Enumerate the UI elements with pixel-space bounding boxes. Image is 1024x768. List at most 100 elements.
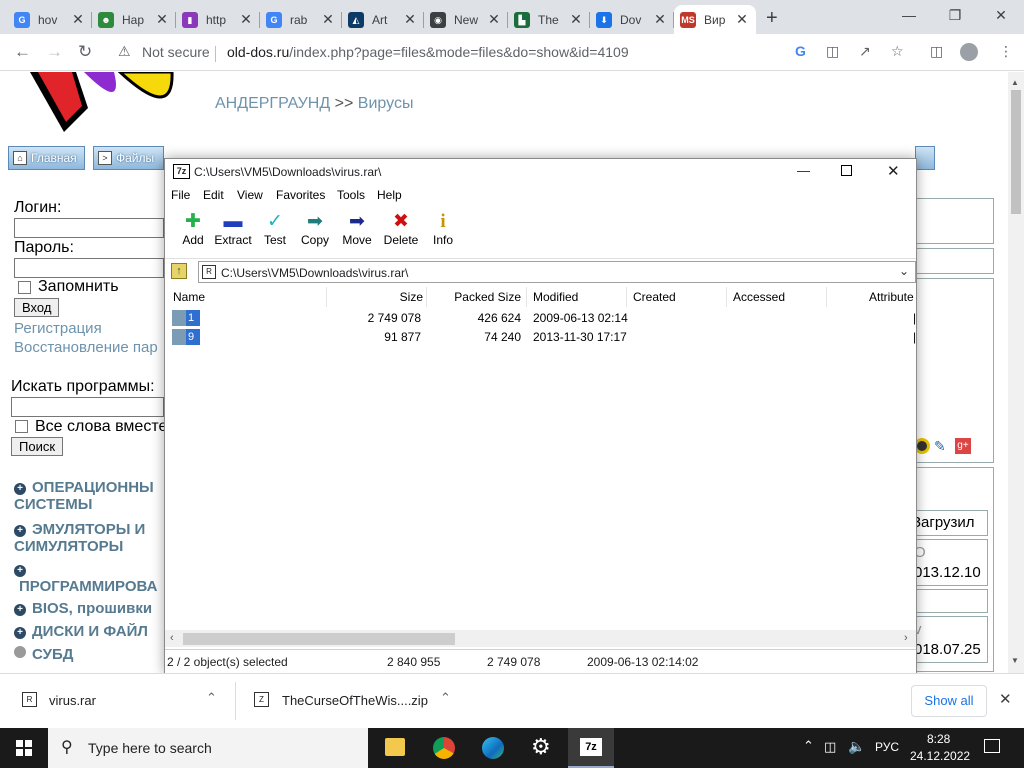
column-divider[interactable] [526, 287, 527, 307]
back-icon[interactable]: ← [14, 42, 31, 62]
browser-tab-0[interactable]: Ghov ✕ [8, 5, 92, 34]
tab-close-icon[interactable]: ✕ [320, 11, 336, 28]
profile-avatar[interactable] [960, 43, 978, 61]
page-scrollbar[interactable]: ▲ ▼ [1008, 72, 1024, 673]
toolbar-delete-button[interactable]: ✖ Delete [379, 211, 423, 247]
toolbar-info-button[interactable]: i Info [421, 211, 465, 247]
category-disks[interactable]: + ДИСКИ И ФАЙЛ [14, 623, 164, 640]
nav-button-partial[interactable] [915, 146, 935, 170]
side-panel-icon[interactable]: ◫ [930, 43, 943, 60]
tab-close-icon[interactable]: ✕ [402, 11, 418, 28]
browser-tab-8[interactable]: MS Вир ✕ [674, 5, 756, 34]
close-window-icon[interactable]: ✕ [978, 0, 1024, 32]
sz-maximize-icon[interactable] [841, 165, 852, 176]
security-label[interactable]: Not secure [142, 44, 210, 60]
nav-home-button[interactable]: ⌂ Главная [8, 146, 85, 170]
toolbar-extract-button[interactable]: ▬ Extract [211, 211, 255, 247]
download-item-virus[interactable]: R virus.rar ⌃ [0, 674, 235, 728]
scroll-right-icon[interactable]: › [904, 632, 908, 644]
sevenzip-titlebar[interactable]: 7z C:\Users\VM5\Downloads\virus.rar\ — ✕ [165, 159, 916, 185]
scrollbar-thumb[interactable] [1011, 90, 1021, 214]
column-header-attribute[interactable]: Attribute [869, 290, 914, 304]
menu-favorites[interactable]: Favorites [276, 188, 325, 202]
file-explorer-icon[interactable] [385, 738, 405, 756]
address-bar[interactable]: old-dos.ru/index.php?page=files&mode=fil… [227, 44, 629, 60]
edge-icon[interactable] [482, 737, 504, 759]
menu-view[interactable]: View [237, 188, 263, 202]
warning-icon[interactable]: ⚠ [118, 43, 131, 60]
category-programming[interactable]: + ПРОГРАММИРОВА [14, 561, 164, 595]
remember-checkbox[interactable] [18, 281, 31, 294]
category-dbms[interactable]: СУБД [14, 646, 164, 663]
menu-kebab-icon[interactable]: ⋮ [999, 43, 1013, 60]
browser-tab-5[interactable]: ◉ New ✕ [424, 5, 508, 34]
file-row[interactable]: 9 91 877 74 240 2013-11-30 17:17 | [165, 328, 916, 347]
edit-pencil-icon[interactable]: ✎ [934, 438, 946, 455]
sz-close-icon[interactable]: ✕ [887, 162, 900, 180]
browser-tab-3[interactable]: Grab ✕ [260, 5, 342, 34]
volume-icon[interactable]: 🔈 [848, 738, 865, 755]
tab-close-icon[interactable]: ✕ [70, 11, 86, 28]
column-divider[interactable] [426, 287, 427, 307]
windows-start-icon[interactable] [16, 740, 32, 756]
language-indicator[interactable]: РУС [875, 740, 899, 754]
tab-close-icon[interactable]: ✕ [238, 11, 254, 28]
reload-icon[interactable]: ↻ [78, 42, 92, 62]
browser-tab-4[interactable]: ◭ Art ✕ [342, 5, 424, 34]
forward-icon[interactable]: → [46, 42, 63, 62]
tab-close-icon[interactable]: ✕ [486, 11, 502, 28]
category-bios[interactable]: + BIOS, прошивки [14, 600, 164, 617]
tray-chevron-icon[interactable]: ⌃ [803, 738, 814, 754]
google-plus-icon[interactable]: g+ [955, 438, 971, 454]
download-item-curse[interactable]: Z TheCurseOfTheWis....zip ⌃ [236, 674, 466, 728]
sevenzip-taskbar-button[interactable]: 7z [568, 728, 614, 768]
login-input[interactable] [14, 218, 164, 238]
tab-close-icon[interactable]: ✕ [652, 11, 668, 28]
column-header-created[interactable]: Created [633, 290, 676, 304]
show-all-button[interactable]: Show all [911, 685, 987, 717]
toolbar-test-button[interactable]: ✓ Test [253, 211, 297, 247]
path-dropdown-icon[interactable]: ⌄ [899, 264, 909, 278]
all-words-checkbox[interactable] [15, 420, 28, 433]
column-header-modified[interactable]: Modified [533, 290, 578, 304]
column-divider[interactable] [326, 287, 327, 307]
bookmark-star-icon[interactable]: ☆ [891, 43, 904, 60]
column-divider[interactable] [726, 287, 727, 307]
browser-tab-2[interactable]: ▮ http ✕ [176, 5, 260, 34]
login-button[interactable]: Вход [14, 298, 60, 317]
nav-files-button[interactable]: > Файлы [93, 146, 164, 170]
notifications-icon[interactable] [984, 739, 1000, 753]
browser-tab-7[interactable]: ⬇ Dov ✕ [590, 5, 674, 34]
scroll-left-icon[interactable]: ‹ [170, 632, 174, 644]
restore-password-link[interactable]: Восстановление пар [14, 339, 158, 356]
column-divider[interactable] [626, 287, 627, 307]
toolbar-move-button[interactable]: ➡ Move [335, 211, 379, 247]
scroll-up-icon[interactable]: ▲ [1011, 78, 1019, 87]
chrome-icon[interactable] [433, 737, 455, 759]
google-lens-icon[interactable]: G [795, 43, 806, 59]
menu-file[interactable]: File [171, 188, 190, 202]
menu-edit[interactable]: Edit [203, 188, 224, 202]
toolbar-add-button[interactable]: ✚ Add [171, 211, 215, 247]
share-icon[interactable]: ↗ [859, 43, 871, 60]
restore-icon[interactable]: ❐ [932, 0, 978, 32]
minimize-icon[interactable]: — [886, 0, 932, 32]
breadcrumb-underground[interactable]: АНДЕРГРАУНД [215, 95, 330, 112]
sevenzip-path-combobox[interactable]: R C:\Users\VM5\Downloads\virus.rar\ ⌄ [198, 261, 916, 283]
menu-help[interactable]: Help [377, 188, 402, 202]
new-tab-button[interactable]: + [766, 7, 778, 30]
category-emulators[interactable]: + ЭМУЛЯТОРЫ И СИМУЛЯТОРЫ [14, 521, 164, 555]
toolbar-copy-button[interactable]: ➡ Copy [293, 211, 337, 247]
translate-icon[interactable]: ◫ [826, 43, 839, 60]
sz-minimize-icon[interactable]: — [797, 163, 810, 178]
category-os[interactable]: + ОПЕРАЦИОННЫ СИСТЕМЫ [14, 479, 164, 513]
download-chevron-icon[interactable]: ⌃ [440, 690, 451, 706]
file-row[interactable]: 1 2 749 078 426 624 2009-06-13 02:14 | [165, 309, 916, 328]
column-header-name[interactable]: Name [173, 290, 205, 304]
clock-time[interactable]: 8:28 [927, 732, 950, 746]
tab-close-icon[interactable]: ✕ [154, 11, 170, 28]
breadcrumb-viruses[interactable]: Вирусы [358, 95, 414, 112]
search-button[interactable]: Поиск [11, 437, 64, 456]
close-downloads-icon[interactable]: ✕ [999, 690, 1012, 708]
column-header-size[interactable]: Size [400, 290, 423, 304]
